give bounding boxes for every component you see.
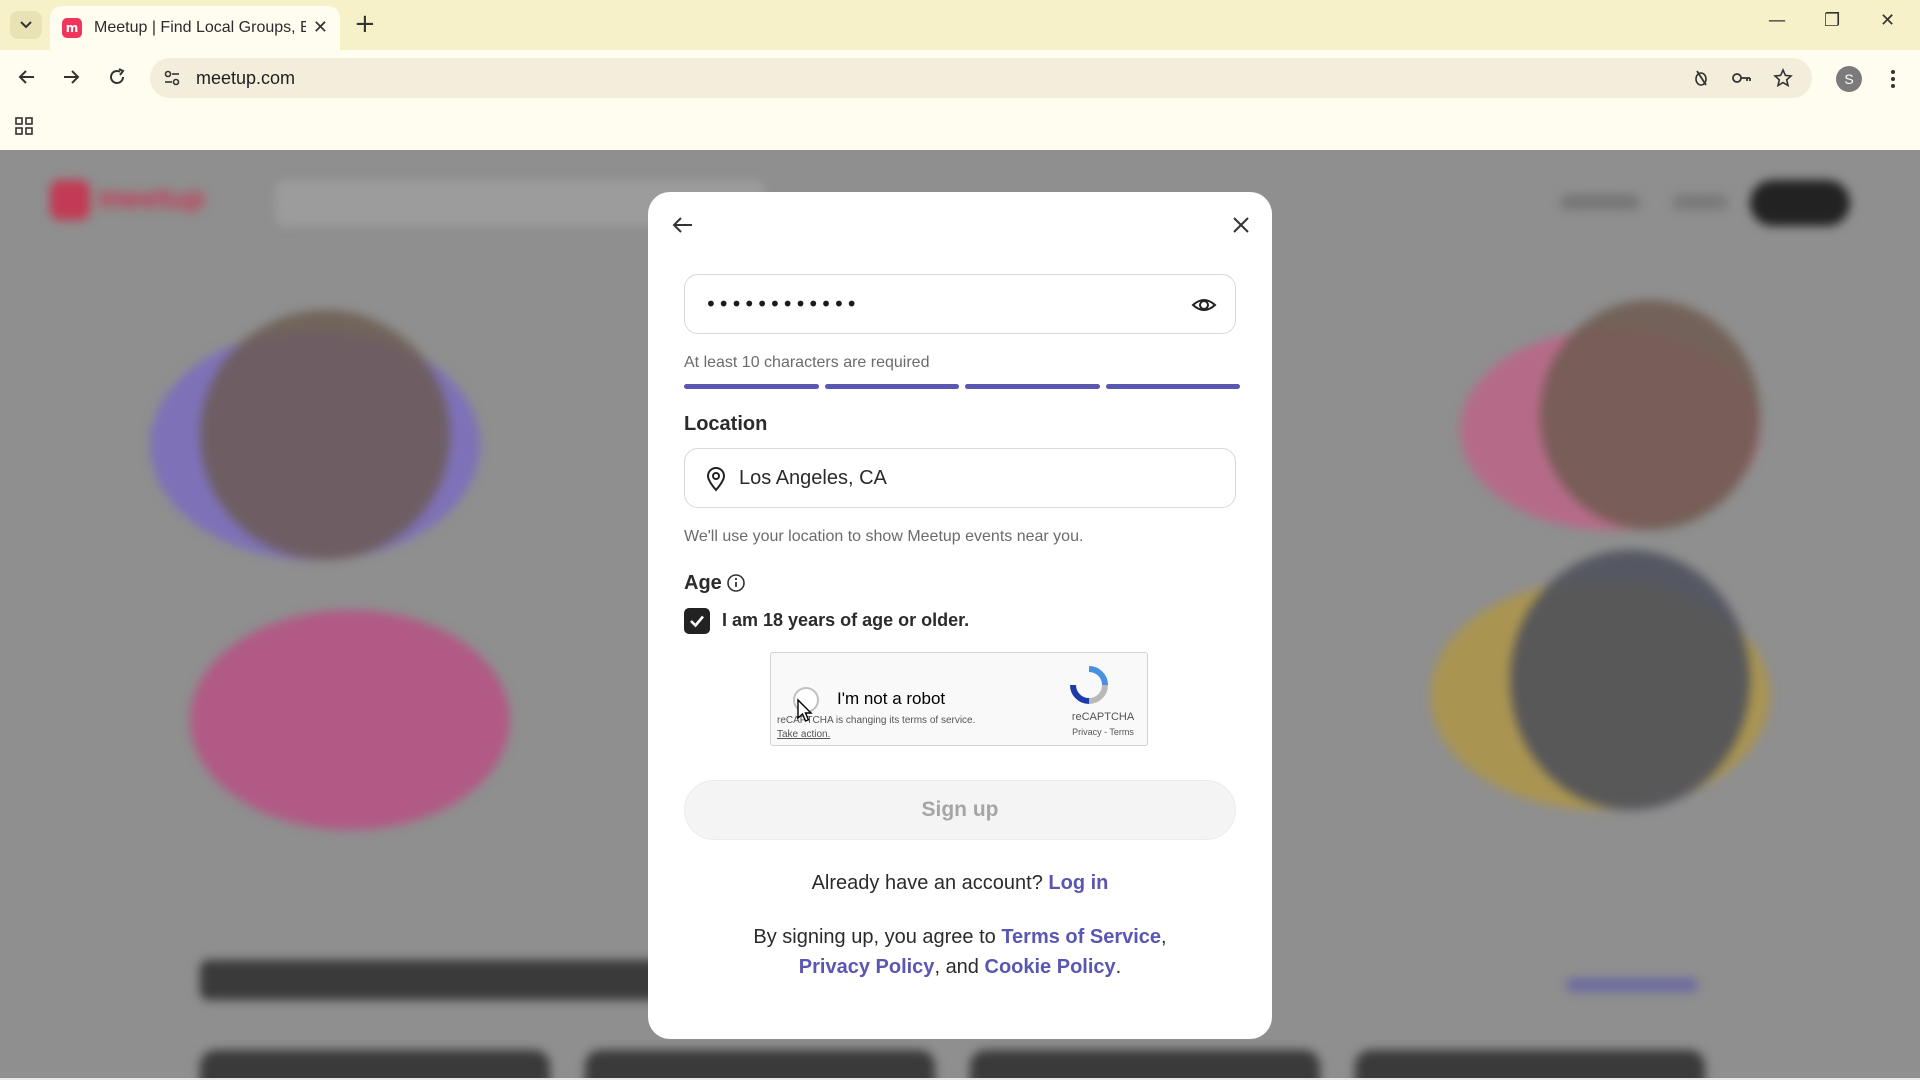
background-event-card: [970, 1050, 1320, 1080]
privacy-policy-link[interactable]: Privacy Policy: [799, 956, 935, 978]
location-pin-icon: [705, 466, 727, 497]
strength-segment: [824, 384, 959, 389]
info-icon[interactable]: [726, 573, 746, 598]
url-text[interactable]: meetup.com: [196, 68, 295, 89]
login-prompt: Already have an account? Log in: [648, 872, 1272, 895]
password-requirement-hint: At least 10 characters are required: [684, 354, 930, 371]
browser-tab[interactable]: m Meetup | Find Local Groups, Events ✕: [50, 6, 340, 50]
mouse-cursor-icon: [796, 698, 814, 729]
chevron-down-icon: [20, 21, 32, 29]
cookie-policy-link[interactable]: Cookie Policy: [985, 956, 1116, 978]
age-checkbox-label[interactable]: I am 18 years of age or older.: [722, 610, 969, 631]
recaptcha-widget: I'm not a robot reCAPTCHA is changing it…: [770, 652, 1148, 746]
address-bar[interactable]: meetup.com: [150, 58, 1812, 98]
legal-notice: By signing up, you agree to Terms of Ser…: [753, 926, 1167, 978]
terms-of-service-link[interactable]: Terms of Service: [1001, 926, 1161, 948]
background-event-card: [200, 1050, 550, 1080]
reload-icon[interactable]: [102, 62, 132, 92]
background-event-card: [585, 1050, 935, 1080]
tracking-off-icon[interactable]: [1690, 67, 1712, 89]
tab-search-button[interactable]: [10, 11, 42, 39]
strength-segment: [1105, 384, 1240, 389]
have-account-text: Already have an account?: [811, 872, 1043, 894]
legal-and: and: [945, 956, 979, 978]
age-checkbox[interactable]: [684, 608, 710, 634]
recaptcha-brand: reCAPTCHA: [1071, 711, 1135, 723]
profile-avatar[interactable]: S: [1836, 66, 1862, 92]
recaptcha-logo-icon: [1069, 665, 1109, 710]
background-language-link: [1560, 194, 1640, 210]
browser-menu-icon[interactable]: [1880, 64, 1906, 94]
location-value[interactable]: Los Angeles, CA: [739, 467, 887, 490]
illustration-couple-faces: [1510, 550, 1750, 810]
strength-segment: [684, 384, 819, 389]
new-tab-icon[interactable]: +: [354, 10, 376, 38]
password-value[interactable]: ••••••••••••: [705, 292, 859, 316]
background-section-heading: [200, 960, 670, 1000]
back-icon[interactable]: [12, 62, 42, 92]
meetup-logo: meetup: [50, 180, 210, 224]
location-help-text: We'll use your location to show Meetup e…: [684, 528, 1084, 545]
login-link[interactable]: Log in: [1048, 872, 1108, 894]
location-label: Location: [684, 413, 768, 435]
password-key-icon[interactable]: [1730, 67, 1752, 89]
strength-segment: [965, 384, 1100, 389]
location-input[interactable]: Los Angeles, CA: [684, 448, 1236, 508]
background-event-card: [1355, 1050, 1705, 1080]
signup-modal: •••••••••••• At least 10 characters are …: [648, 192, 1272, 1039]
tab-title: Meetup | Find Local Groups, Events: [94, 19, 306, 36]
recaptcha-privacy-terms[interactable]: Privacy - Terms: [1063, 727, 1143, 737]
bookmarks-bar: [0, 102, 1920, 150]
show-password-eye-icon[interactable]: [1191, 293, 1217, 322]
back-arrow-icon[interactable]: [668, 210, 698, 240]
tab-strip: m Meetup | Find Local Groups, Events ✕ +…: [0, 0, 1920, 50]
background-see-all-link: [1566, 978, 1698, 992]
recaptcha-label[interactable]: I'm not a robot: [837, 689, 945, 709]
meetup-favicon-icon: m: [62, 18, 82, 38]
illustration-people: [200, 310, 450, 560]
password-strength-meter: [684, 384, 1240, 389]
age-label: Age: [684, 572, 722, 594]
tab-close-icon[interactable]: ✕: [313, 18, 328, 38]
site-settings-icon[interactable]: [162, 68, 182, 93]
window-close-icon[interactable]: ✕: [1880, 10, 1895, 31]
illustration-dancers: [190, 610, 510, 830]
password-field[interactable]: ••••••••••••: [684, 274, 1236, 334]
signup-button[interactable]: Sign up: [684, 780, 1236, 840]
illustration-friends-faces: [1540, 300, 1760, 530]
recaptcha-take-action-link[interactable]: Take action.: [777, 729, 830, 740]
bookmark-star-icon[interactable]: [1772, 67, 1794, 89]
legal-prefix: By signing up, you agree to: [753, 926, 996, 948]
background-signup-button: [1750, 180, 1850, 226]
forward-icon[interactable]: [56, 62, 86, 92]
checkmark-icon: [690, 615, 704, 628]
minimize-icon[interactable]: —: [1768, 10, 1786, 31]
background-login-link: [1672, 194, 1728, 210]
apps-grid-icon[interactable]: [14, 116, 34, 141]
close-icon[interactable]: [1226, 210, 1256, 240]
restore-icon[interactable]: ❐: [1824, 10, 1840, 31]
